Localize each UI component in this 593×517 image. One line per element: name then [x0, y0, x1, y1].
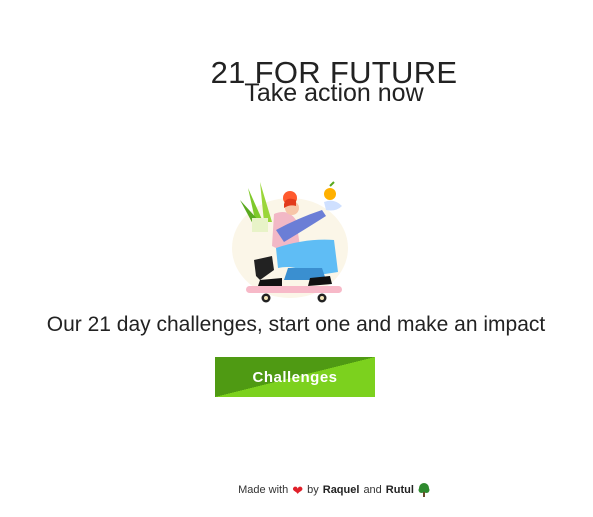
tree-icon	[418, 483, 430, 497]
heart-icon: ❤	[292, 482, 304, 498]
page-subtitle: Take action now	[244, 79, 424, 107]
challenges-button[interactable]: Challenges	[215, 357, 375, 397]
by-text: by	[307, 484, 319, 496]
made-with-text: Made with	[238, 484, 289, 496]
hero-illustration	[226, 176, 358, 308]
and-text: and	[363, 484, 382, 496]
tagline: Our 21 day challenges, start one and mak…	[46, 313, 546, 336]
author-raquel: Raquel	[322, 484, 360, 496]
footer: Made with ❤ by Raquel and Rutul	[0, 483, 593, 497]
author-rutul: Rutul	[385, 484, 414, 496]
